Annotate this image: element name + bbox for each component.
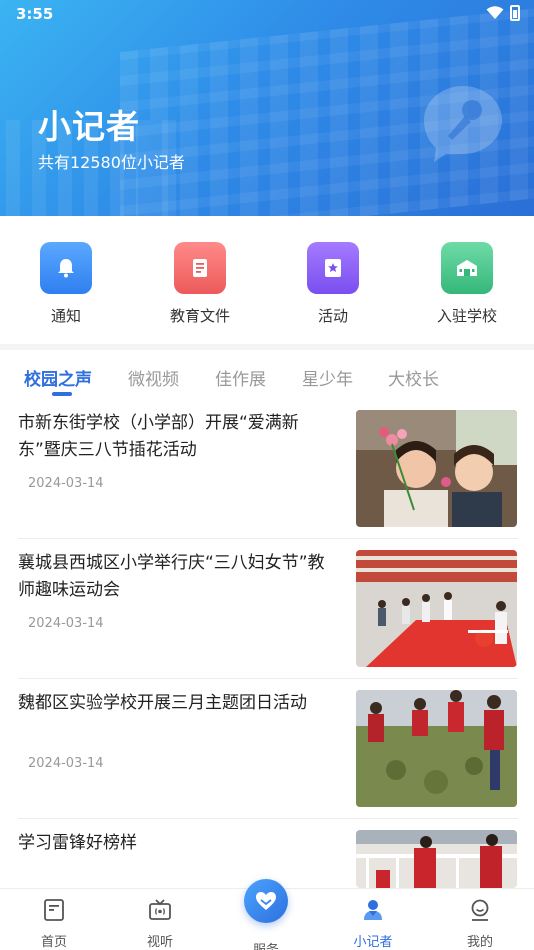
nav-label: 首页 bbox=[40, 935, 67, 950]
nav-home[interactable]: 首页 bbox=[24, 897, 84, 950]
service-button[interactable] bbox=[244, 879, 288, 923]
news-thumbnail bbox=[356, 830, 517, 888]
nav-label: 视听 bbox=[146, 935, 173, 950]
quick-link-activities[interactable]: 活动 bbox=[278, 242, 388, 326]
bottom-navigation: 首页 视听 服务 小记者 我的 bbox=[0, 879, 534, 950]
nav-label: 服务 bbox=[236, 939, 296, 950]
status-bar: 3:55 bbox=[0, 0, 534, 28]
tab-star-youth[interactable]: 星少年 bbox=[302, 365, 353, 390]
star-bookmark-icon bbox=[307, 242, 359, 294]
news-thumbnail bbox=[356, 550, 517, 667]
news-thumbnail bbox=[356, 690, 517, 807]
news-date: 2024-03-14 bbox=[28, 476, 104, 491]
news-item[interactable]: 魏都区实验学校开展三月主题团日活动 2024-03-14 bbox=[18, 690, 518, 829]
quick-link-label: 活动 bbox=[317, 307, 348, 325]
header-banner: 3:55 小记者 共有12580位小记者 bbox=[0, 0, 534, 216]
quick-link-notice[interactable]: 通知 bbox=[11, 242, 121, 326]
bell-icon bbox=[40, 242, 92, 294]
tab-works-gallery[interactable]: 佳作展 bbox=[215, 365, 266, 390]
news-thumbnail bbox=[356, 410, 517, 527]
school-icon bbox=[441, 242, 493, 294]
reporter-count: 共有12580位小记者 bbox=[38, 153, 185, 172]
tab-indicator bbox=[52, 392, 72, 396]
news-date: 2024-03-14 bbox=[28, 756, 104, 771]
news-divider bbox=[18, 818, 518, 819]
news-divider bbox=[18, 538, 518, 539]
page-title: 小记者 bbox=[38, 107, 140, 146]
news-divider bbox=[18, 678, 518, 679]
news-title: 魏都区实验学校开展三月主题团日活动 bbox=[18, 693, 307, 713]
home-doc-icon bbox=[44, 899, 64, 921]
news-title: 学习雷锋好榜样 bbox=[18, 833, 137, 853]
quick-link-education-docs[interactable]: 教育文件 bbox=[145, 242, 255, 326]
tab-principal[interactable]: 大校长 bbox=[388, 365, 439, 390]
quick-links: 通知 教育文件 活动 入驻学校 bbox=[0, 216, 534, 344]
tv-icon bbox=[149, 899, 171, 920]
quick-link-label: 教育文件 bbox=[169, 307, 230, 325]
news-date: 2024-03-14 bbox=[28, 616, 104, 631]
nav-label: 我的 bbox=[466, 935, 493, 950]
quick-link-label: 通知 bbox=[50, 307, 81, 325]
news-item[interactable]: 市新东街学校（小学部）开展“爱满新东”暨庆三八节插花活动 2024-03-14 bbox=[18, 410, 518, 549]
nav-mine[interactable]: 我的 bbox=[450, 897, 510, 950]
battery-icon bbox=[510, 5, 520, 21]
nav-label: 小记者 bbox=[353, 935, 393, 950]
user-icon bbox=[471, 899, 489, 921]
quick-link-label: 入驻学校 bbox=[436, 307, 497, 325]
nav-reporter[interactable]: 小记者 bbox=[343, 897, 403, 950]
wifi-icon bbox=[486, 6, 504, 19]
category-tabs: 校园之声 微视频 佳作展 星少年 大校长 bbox=[0, 350, 534, 402]
status-time: 3:55 bbox=[16, 5, 54, 23]
document-icon bbox=[174, 242, 226, 294]
heart-hands-icon bbox=[256, 892, 276, 910]
tab-micro-video[interactable]: 微视频 bbox=[128, 365, 179, 390]
nav-media[interactable]: 视听 bbox=[130, 897, 190, 950]
nav-service[interactable]: 服务 bbox=[236, 935, 296, 950]
news-title: 襄城县西城区小学举行庆“三八妇女节”教师趣味运动会 bbox=[18, 553, 325, 600]
news-title: 市新东街学校（小学部）开展“爱满新东”暨庆三八节插花活动 bbox=[18, 413, 299, 460]
microphone-icon bbox=[424, 86, 502, 162]
quick-link-school-join[interactable]: 入驻学校 bbox=[412, 242, 522, 326]
reporter-icon bbox=[364, 900, 382, 920]
news-item[interactable]: 襄城县西城区小学举行庆“三八妇女节”教师趣味运动会 2024-03-14 bbox=[18, 550, 518, 689]
status-icons bbox=[486, 5, 520, 21]
tab-campus-voice[interactable]: 校园之声 bbox=[24, 365, 92, 390]
